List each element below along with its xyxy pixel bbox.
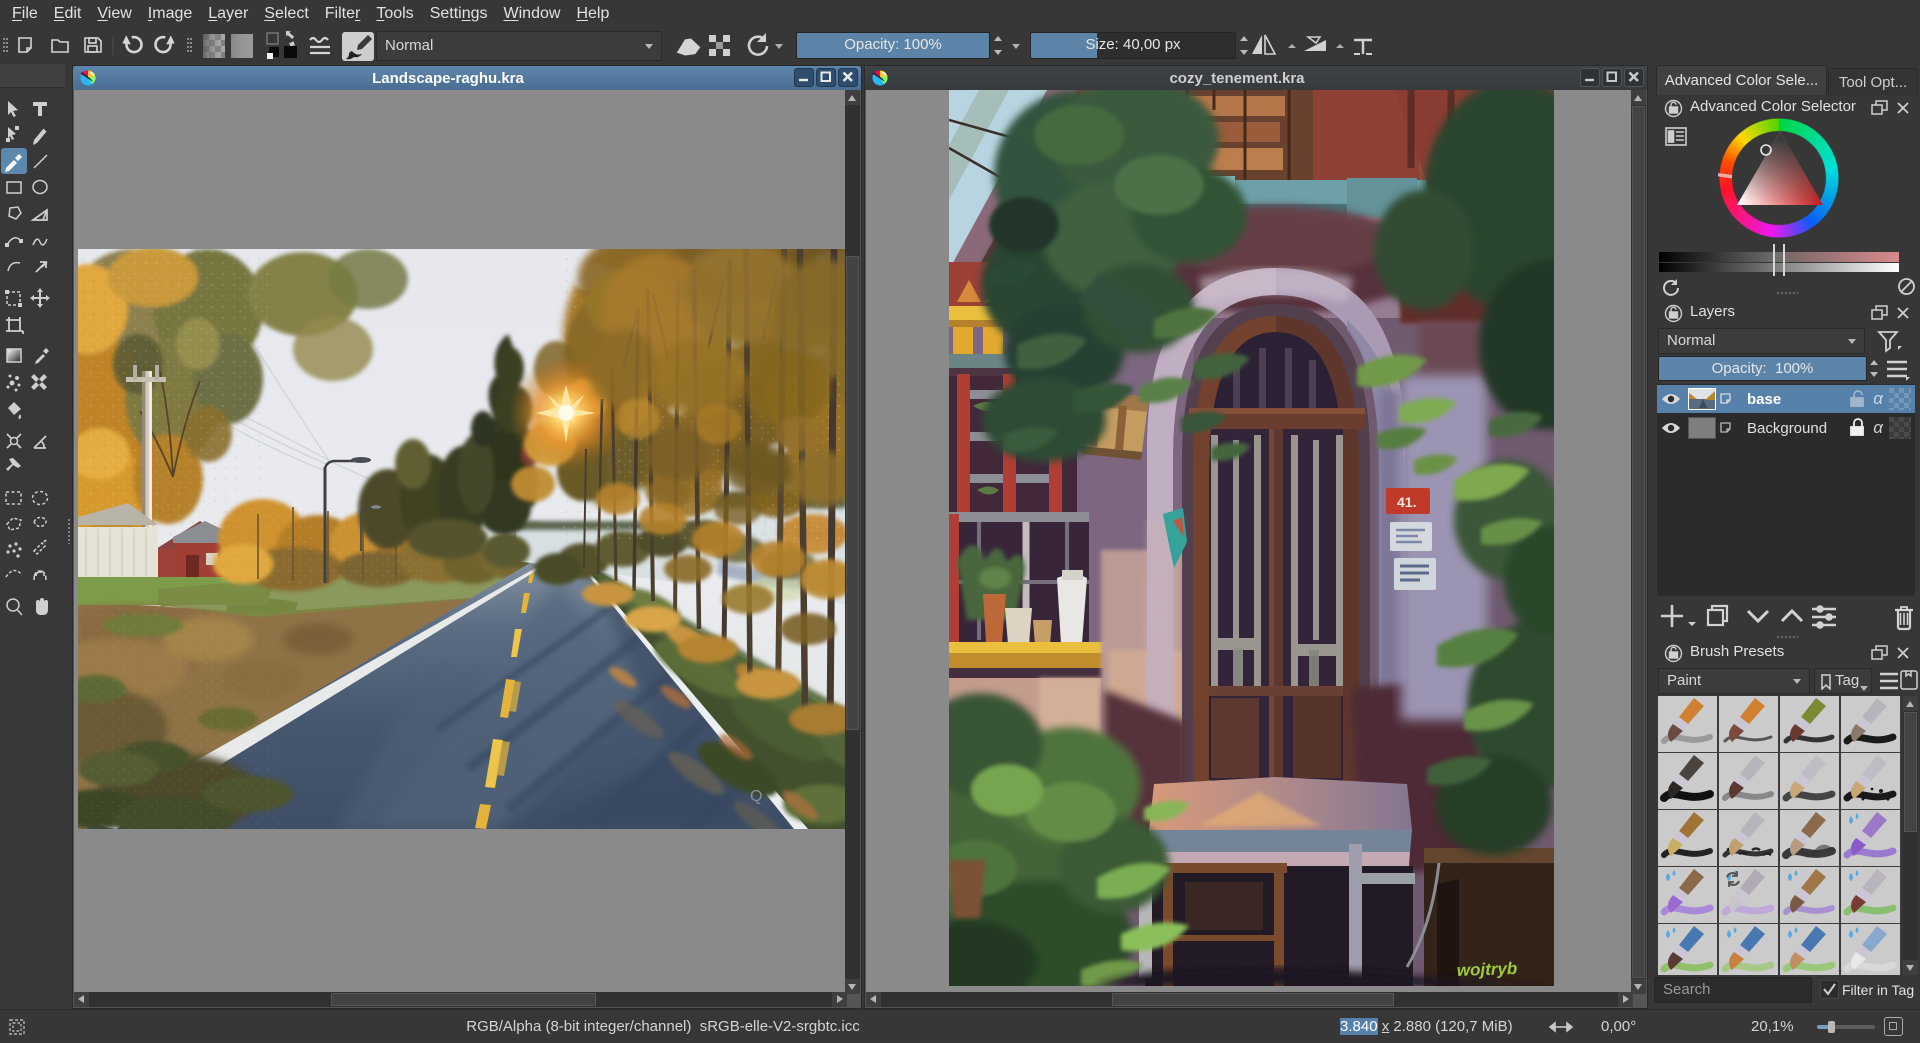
svg-text:wojtryb: wojtryb (1456, 959, 1517, 980)
svg-text:Q: Q (750, 788, 762, 805)
svg-text:41.: 41. (1397, 494, 1416, 510)
